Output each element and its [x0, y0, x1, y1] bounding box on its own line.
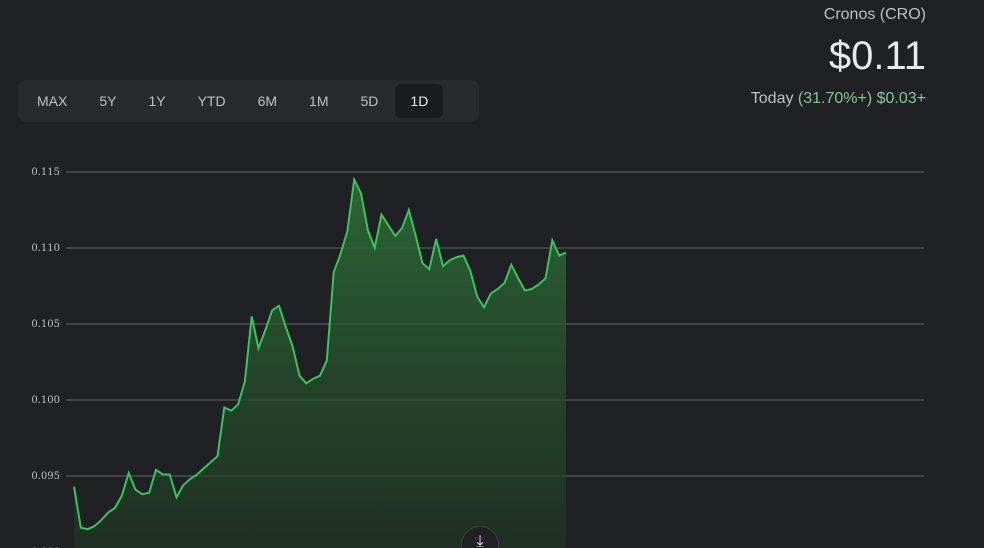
- tab-ytd[interactable]: YTD: [183, 84, 241, 118]
- current-price: $0.11: [828, 34, 926, 78]
- tab-5y[interactable]: 5Y: [84, 84, 131, 118]
- y-tick-label: 0.115: [31, 167, 60, 178]
- tab-1m[interactable]: 1M: [294, 84, 343, 118]
- tab-6m[interactable]: 6M: [243, 84, 292, 118]
- coin-name: Cronos (CRO): [823, 6, 926, 23]
- range-tabs: MAX 5Y 1Y YTD 6M 1M 5D 1D: [18, 80, 479, 122]
- y-tick-label: 0.100: [31, 395, 60, 406]
- change-line: Today (31.70%+) $0.03+: [751, 90, 926, 108]
- change-value: (31.70%+) $0.03+: [797, 90, 926, 107]
- tab-1d[interactable]: 1D: [395, 84, 444, 118]
- y-tick-label: 0.095: [31, 471, 60, 482]
- stock-chart-widget: MAX 5Y 1Y YTD 6M 1M 5D 1D Cronos (CRO) $0.11 To…: [0, 0, 984, 548]
- change-label: Today: [750, 90, 798, 107]
- tab-max[interactable]: MAX: [22, 84, 82, 118]
- tab-1y[interactable]: 1Y: [133, 84, 180, 118]
- y-tick-label: 0.105: [31, 319, 60, 330]
- tab-5d[interactable]: 5D: [346, 84, 394, 118]
- arrow-down-icon: ⤓: [476, 533, 484, 548]
- y-tick-label: 0.110: [31, 243, 60, 254]
- chart-svg: 0.1150.1100.1050.1000.0950.090: [31, 167, 924, 548]
- price-header: Cronos (CRO) $0.11 Today (31.70%+) $0.03…: [751, 0, 926, 108]
- price-chart[interactable]: 0.1150.1100.1050.1000.0950.090: [0, 150, 984, 548]
